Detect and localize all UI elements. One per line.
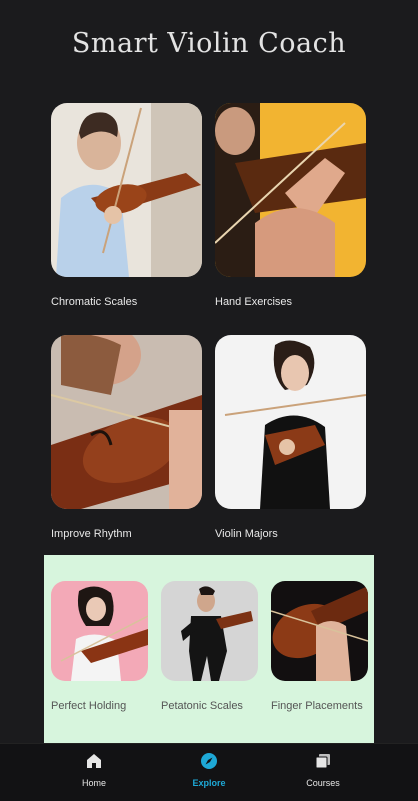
card-label: Violin Majors: [215, 528, 278, 540]
nav-label: Courses: [306, 778, 340, 788]
card-label: Hand Exercises: [215, 296, 293, 308]
nav-item-home[interactable]: Home: [54, 752, 134, 788]
nav-label: Explore: [192, 778, 226, 788]
course-card-chromatic-scales[interactable]: Chromatic Scales: [51, 103, 202, 313]
panel-item-label: Petatonic Scales: [161, 700, 243, 712]
compass-icon: [169, 752, 249, 770]
finger-placements-image: [271, 581, 368, 681]
card-label: Chromatic Scales: [51, 296, 138, 308]
nav-item-explore[interactable]: Explore: [169, 752, 249, 788]
app-title: Smart Violin Coach: [71, 28, 347, 59]
panel-item-label: Finger Placements: [271, 700, 363, 712]
perfect-holding-image: [51, 581, 148, 681]
bottom-navigation: Home Explore Courses: [0, 743, 418, 801]
improve-rhythm-image: [51, 335, 202, 509]
panel-item-label: Perfect Holding: [51, 700, 127, 712]
home-icon: [54, 752, 134, 770]
panel-item-finger-placements[interactable]: Finger Placements: [271, 581, 368, 712]
layers-icon: [283, 752, 363, 770]
petatonic-scales-image: [161, 581, 258, 681]
featured-panel: Perfect Holding Petatonic Scales Finger …: [44, 555, 374, 743]
course-card-improve-rhythm[interactable]: Improve Rhythm: [51, 335, 202, 545]
nav-item-courses[interactable]: Courses: [283, 752, 363, 788]
course-card-violin-majors[interactable]: Violin Majors: [215, 335, 366, 545]
hand-exercises-image: [215, 103, 366, 277]
chromatic-scales-image: [51, 103, 202, 277]
panel-item-petatonic-scales[interactable]: Petatonic Scales: [161, 581, 258, 712]
panel-item-perfect-holding[interactable]: Perfect Holding: [51, 581, 148, 712]
card-label: Improve Rhythm: [51, 528, 132, 540]
violin-majors-image: [215, 335, 366, 509]
course-card-hand-exercises[interactable]: Hand Exercises: [215, 103, 366, 313]
nav-label: Home: [81, 778, 106, 788]
